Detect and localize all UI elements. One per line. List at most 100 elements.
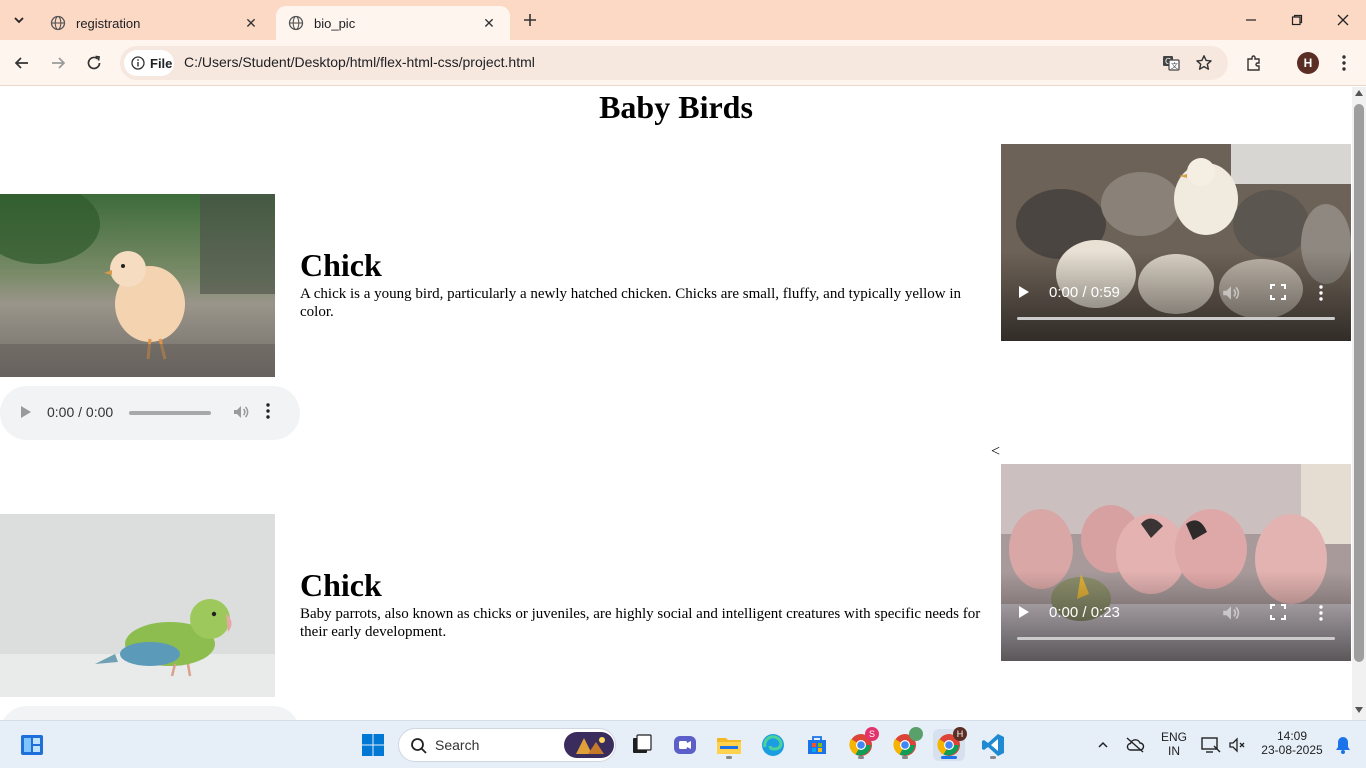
running-indicator	[858, 756, 864, 759]
arrow-right-icon	[52, 57, 66, 69]
volume-icon[interactable]	[1221, 603, 1241, 623]
notifications-button[interactable]	[1330, 729, 1356, 761]
translate-icon: G文	[1163, 56, 1180, 71]
taskbar-search[interactable]: Search	[398, 728, 616, 762]
bell-icon	[1336, 737, 1350, 754]
fullscreen-icon[interactable]	[1269, 283, 1287, 301]
video-time: 0:00 / 0:59	[1049, 284, 1120, 301]
audio-time: 0:00 / 0:00	[47, 404, 114, 420]
onedrive-button[interactable]	[1120, 729, 1150, 761]
profile-avatar[interactable]: H	[1297, 52, 1319, 74]
video-player[interactable]: 0:00 / 0:23	[1001, 464, 1351, 661]
windows-logo-icon	[362, 734, 384, 756]
browser-tab-strip: registration ✕ bio_pic ✕	[0, 0, 1366, 40]
chrome-active-button[interactable]: H	[933, 727, 967, 761]
tab-search-button[interactable]	[6, 7, 32, 33]
section-text: Baby parrots, also known as chicks or ju…	[300, 606, 981, 640]
plus-icon	[524, 14, 536, 26]
cloud-off-icon	[1126, 737, 1145, 753]
chick-image	[0, 194, 275, 377]
scroll-up-icon[interactable]	[1355, 90, 1363, 96]
video-progress-bar[interactable]	[1017, 637, 1335, 640]
audio-player[interactable]	[0, 706, 300, 720]
audio-player[interactable]: 0:00 / 0:00	[0, 386, 300, 440]
volume-button[interactable]	[1222, 729, 1252, 761]
extensions-button[interactable]	[1240, 49, 1268, 77]
language-indicator[interactable]: ENG IN	[1158, 730, 1190, 758]
close-icon	[1337, 14, 1349, 26]
search-label: Search	[435, 737, 480, 753]
task-view-button[interactable]	[626, 729, 658, 761]
web-page: Baby Birds Chick A chick is a young bird…	[0, 87, 1352, 720]
browser-toolbar: File C:/Users/Student/Desktop/html/flex-…	[0, 40, 1366, 86]
tab-registration[interactable]: registration ✕	[38, 6, 272, 40]
new-tab-button[interactable]	[518, 8, 542, 32]
minimize-button[interactable]	[1228, 0, 1274, 40]
back-button[interactable]	[8, 49, 36, 77]
profile-badge: S	[865, 727, 879, 741]
star-icon	[1196, 55, 1212, 70]
video-progress-bar[interactable]	[1017, 317, 1335, 320]
svg-text:文: 文	[1171, 61, 1178, 70]
widgets-button[interactable]	[16, 729, 48, 761]
chrome-profile-button[interactable]	[889, 727, 923, 761]
play-icon[interactable]	[20, 405, 32, 419]
site-info-chip[interactable]: File	[124, 50, 174, 76]
browser-menu-button[interactable]	[1330, 49, 1358, 77]
tab-title: bio_pic	[314, 15, 356, 31]
address-bar[interactable]: File C:/Users/Student/Desktop/html/flex-…	[120, 46, 1228, 80]
scrollbar-thumb[interactable]	[1354, 104, 1364, 662]
scroll-down-icon[interactable]	[1355, 707, 1363, 713]
file-explorer-button[interactable]	[713, 729, 745, 761]
fullscreen-icon[interactable]	[1269, 603, 1287, 621]
edge-button[interactable]	[757, 729, 789, 761]
monitor-network-icon	[1201, 737, 1221, 753]
restore-button[interactable]	[1274, 0, 1320, 40]
running-indicator	[941, 756, 957, 759]
tab-bio-pic[interactable]: bio_pic ✕	[276, 6, 510, 40]
clock[interactable]: 14:09 23-08-2025	[1257, 729, 1327, 757]
globe-icon	[50, 15, 66, 31]
close-icon[interactable]: ✕	[480, 14, 498, 32]
more-vertical-icon[interactable]	[1319, 285, 1323, 301]
reload-button[interactable]	[80, 49, 108, 77]
play-icon[interactable]	[1018, 285, 1030, 299]
vscode-button[interactable]	[977, 729, 1009, 761]
bookmark-button[interactable]	[1192, 51, 1216, 75]
task-view-icon	[633, 734, 652, 753]
volume-icon[interactable]	[232, 403, 250, 421]
show-hidden-icons-button[interactable]	[1088, 729, 1118, 761]
widgets-icon	[21, 735, 43, 755]
restore-icon	[1291, 14, 1303, 26]
search-icon	[411, 738, 427, 754]
start-button[interactable]	[357, 729, 389, 761]
more-vertical-icon[interactable]	[266, 403, 270, 419]
audio-progress-bar[interactable]	[129, 411, 211, 415]
profile-badge: H	[953, 727, 967, 741]
translate-button[interactable]: G文	[1159, 51, 1183, 75]
teams-meet-button[interactable]	[669, 729, 701, 761]
more-vertical-icon[interactable]	[1319, 605, 1323, 621]
edge-icon	[762, 734, 784, 756]
close-icon[interactable]: ✕	[242, 14, 260, 32]
search-highlight-icon	[564, 732, 614, 758]
play-icon[interactable]	[1018, 605, 1030, 619]
region-code: IN	[1168, 744, 1180, 758]
running-indicator	[902, 756, 908, 759]
url-text[interactable]: C:/Users/Student/Desktop/html/flex-html-…	[184, 54, 535, 70]
chrome-profile-s-button[interactable]: S	[845, 727, 879, 761]
language-code: ENG	[1160, 730, 1187, 744]
store-button[interactable]	[801, 729, 833, 761]
video-time: 0:00 / 0:23	[1049, 604, 1120, 621]
clock-time: 14:09	[1276, 729, 1308, 743]
globe-icon	[288, 15, 304, 31]
page-scrollbar[interactable]	[1352, 87, 1366, 720]
site-chip-label: File	[150, 55, 173, 71]
store-icon	[808, 736, 826, 754]
forward-button[interactable]	[44, 49, 72, 77]
windows-taskbar: Search S H ENG IN 14:09 23-08-2025	[0, 720, 1366, 768]
volume-icon[interactable]	[1221, 283, 1241, 303]
close-window-button[interactable]	[1320, 0, 1366, 40]
tab-title: registration	[76, 15, 141, 31]
video-player[interactable]: 0:00 / 0:59	[1001, 144, 1351, 341]
